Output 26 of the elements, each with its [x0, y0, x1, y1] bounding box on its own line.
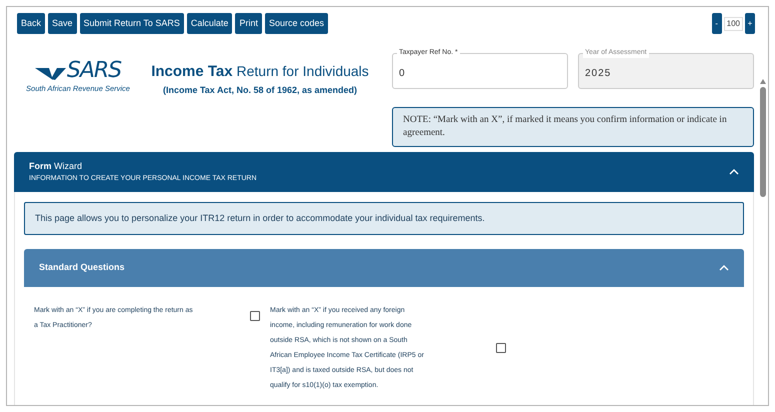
- section-header[interactable]: Standard Questions: [24, 249, 744, 287]
- wizard-title: Form Wizard: [29, 160, 84, 173]
- collapse-icon[interactable]: [719, 265, 729, 271]
- toolbar-button[interactable]: Back: [17, 13, 46, 34]
- toolbar-button[interactable]: Calculate: [186, 13, 232, 34]
- section-title: Standard Questions: [39, 261, 125, 274]
- collapse-icon[interactable]: [729, 169, 739, 175]
- info-box: This page allows you to personalize your ITR12 return in order to accommodate your individual tax requirements.: [24, 202, 744, 235]
- toolbar-button[interactable]: Print: [235, 13, 262, 34]
- note-box: NOTE: “Mark with an X”, if marked it means you confirm information or indicate in agreement.: [392, 107, 754, 147]
- scrollbar-thumb[interactable]: [760, 87, 766, 197]
- zoom-field[interactable]: 100: [724, 16, 743, 30]
- bird-logo-icon: [34, 67, 67, 81]
- form-title: Income Tax Return for Individuals: [151, 62, 369, 82]
- checkbox[interactable]: [250, 311, 260, 321]
- field-value: 0: [399, 67, 406, 81]
- toolbar-button[interactable]: Source codes: [264, 13, 328, 34]
- field-value: 2025: [585, 67, 612, 81]
- toolbar-button[interactable]: Submit Return To SARS: [80, 13, 184, 34]
- zoom-out-button[interactable]: -: [712, 13, 722, 34]
- zoom-in-button[interactable]: +: [745, 13, 755, 34]
- checkbox[interactable]: [496, 343, 506, 353]
- toolbar-button[interactable]: Save: [48, 13, 77, 34]
- scroll-up-icon[interactable]: [760, 79, 766, 84]
- logo-wordmark: SARS: [66, 61, 122, 81]
- form-subtitle: (Income Tax Act, No. 58 of 1962, as amended): [162, 84, 358, 97]
